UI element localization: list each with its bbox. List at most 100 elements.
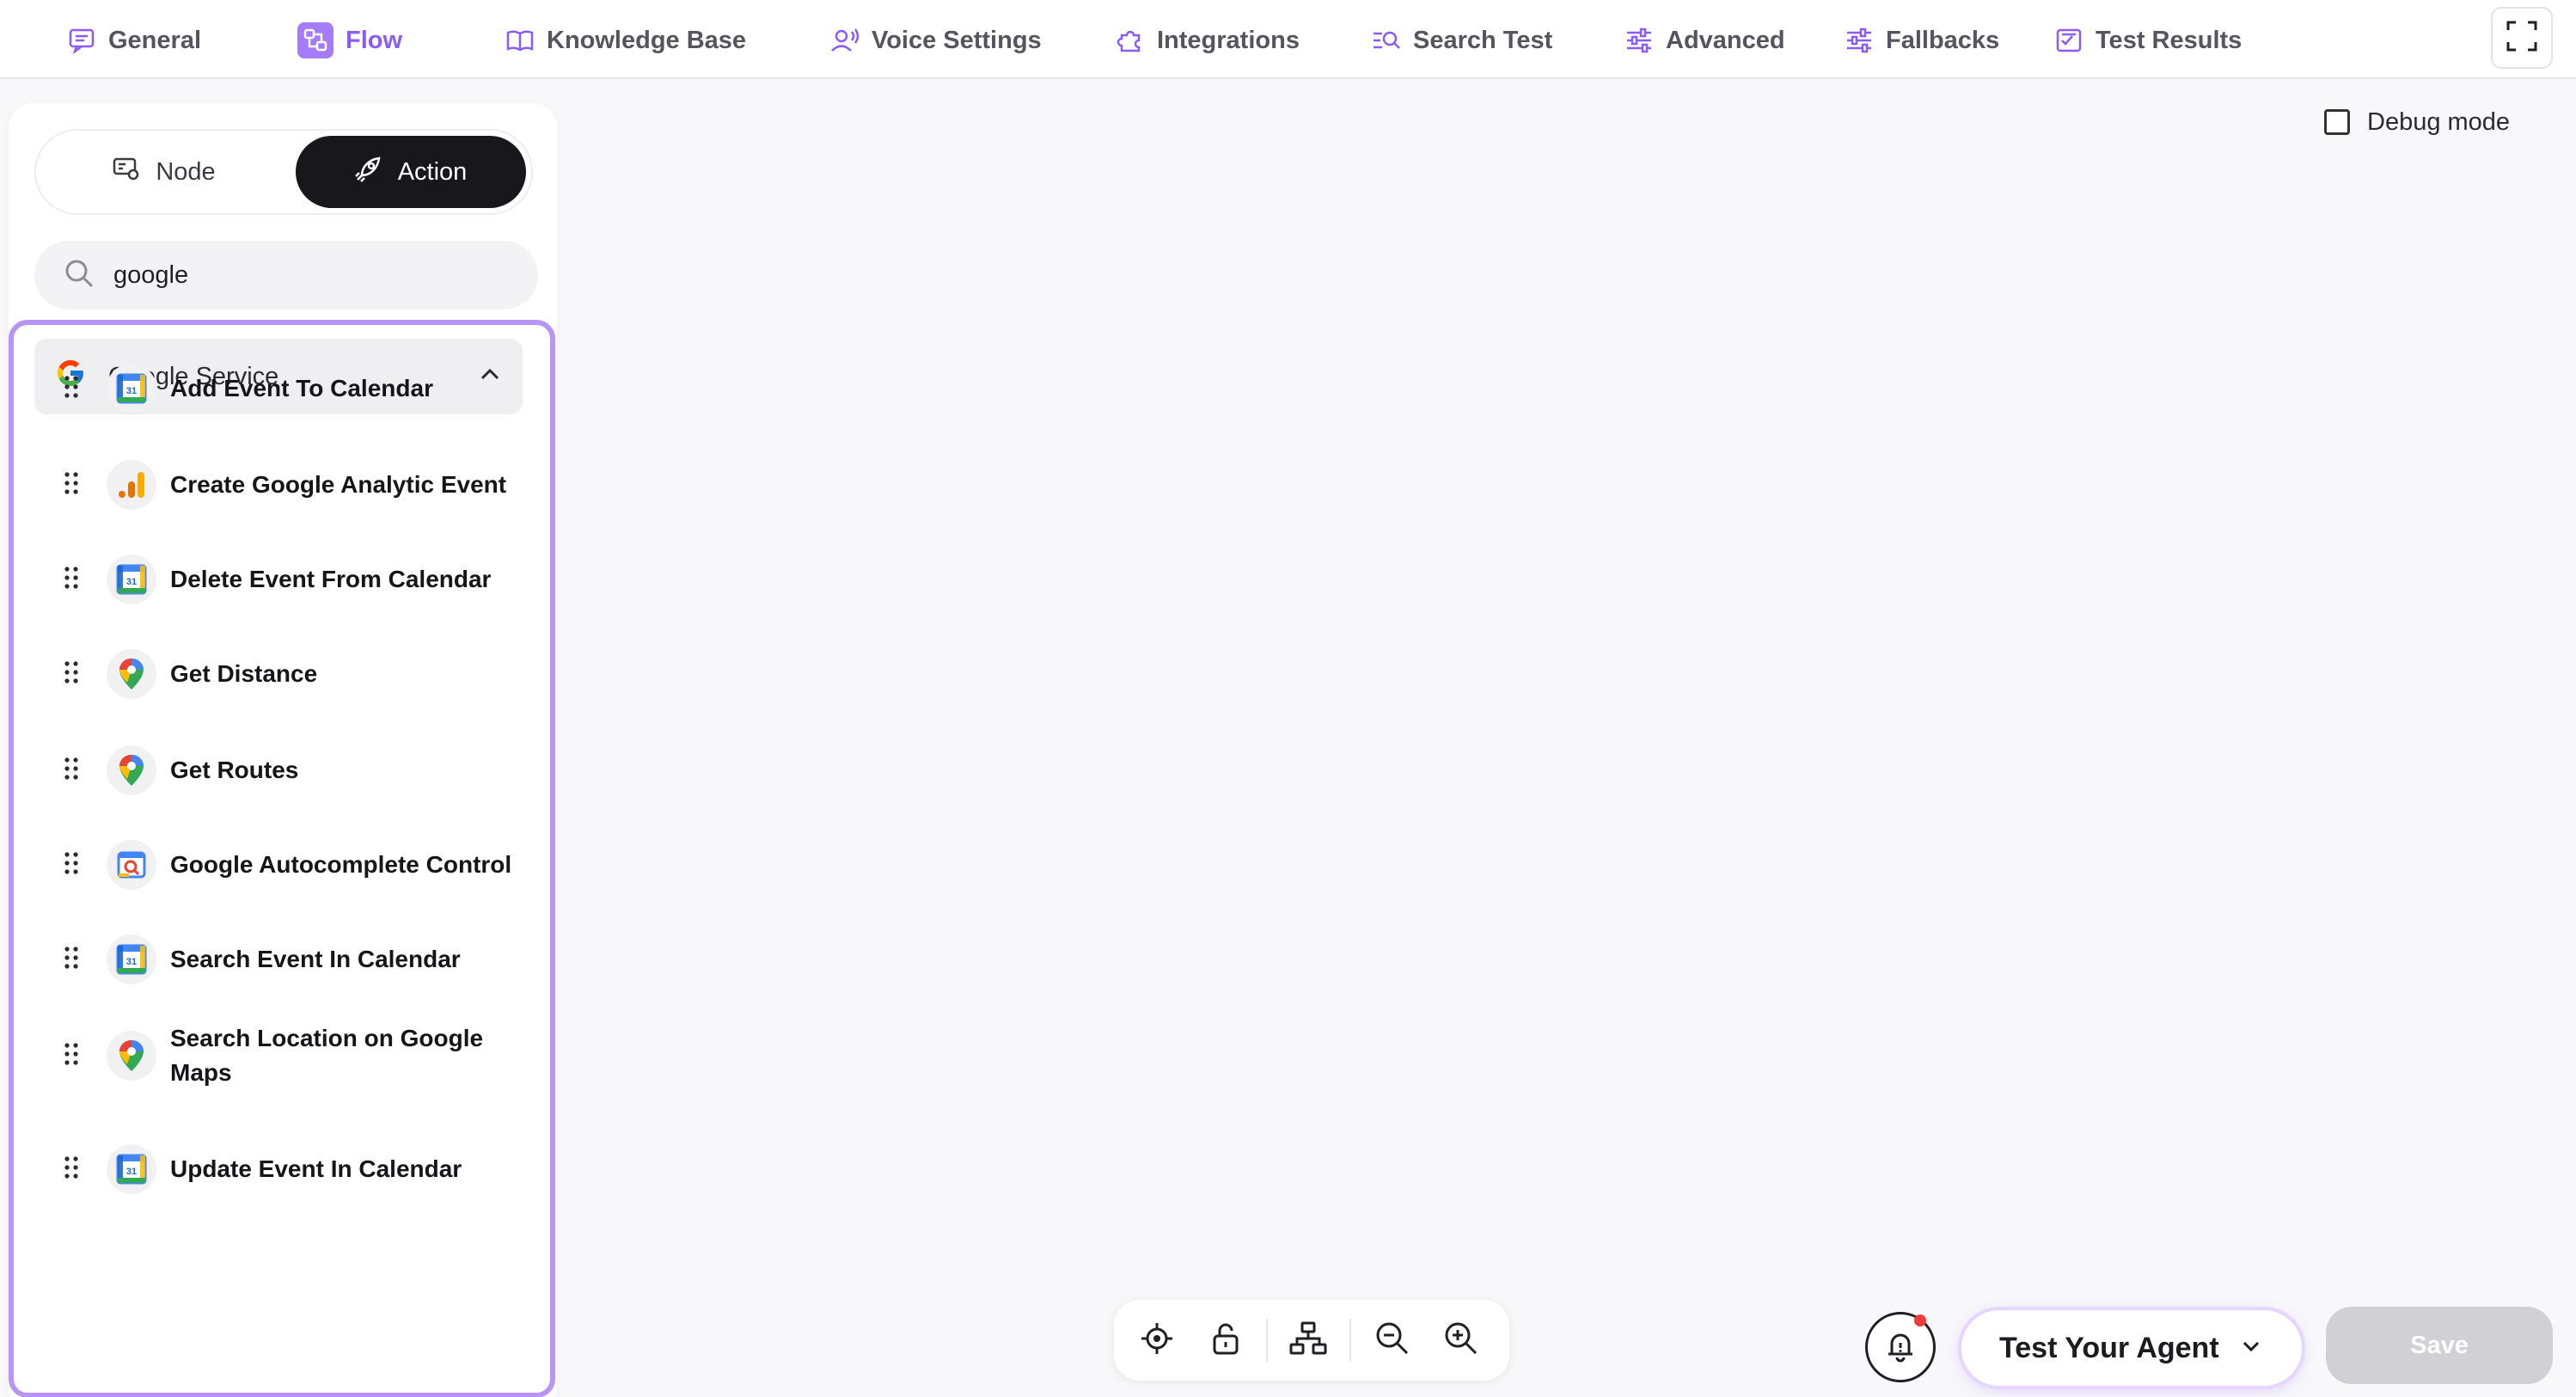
list-item-label: Create Google Analytic Event <box>170 471 507 498</box>
google-maps-icon <box>107 1031 156 1081</box>
google-calendar-icon: 31 <box>107 555 156 604</box>
recenter-button[interactable] <box>1136 1320 1178 1361</box>
zoom-in-button[interactable] <box>1441 1320 1482 1361</box>
list-item[interactable]: 31 Search Event In Calendar <box>14 925 547 994</box>
notifications-button[interactable] <box>1865 1312 1936 1382</box>
action-toggle-label: Action <box>397 157 468 186</box>
list-item-label: Get Distance <box>170 660 318 687</box>
tab-advanced[interactable]: Advanced <box>1625 19 1785 62</box>
notification-dot <box>1914 1314 1926 1327</box>
tab-flow-label: Flow <box>346 26 403 54</box>
tab-integrations[interactable]: Integrations <box>1116 19 1300 62</box>
message-square-icon <box>67 26 96 55</box>
node-toggle-label: Node <box>156 157 216 186</box>
google-analytics-icon <box>107 460 156 510</box>
debug-mode-checkbox[interactable] <box>2324 109 2350 135</box>
tab-flow[interactable]: Flow <box>297 19 402 62</box>
save-button[interactable]: Save <box>2326 1307 2553 1384</box>
list-item[interactable]: Create Google Analytic Event <box>14 450 547 519</box>
lock-button[interactable] <box>1205 1320 1246 1361</box>
book-icon <box>505 26 535 55</box>
tab-general[interactable]: General <box>67 19 201 62</box>
google-calendar-icon: 31 <box>107 934 156 984</box>
top-navigation: General Flow Knowledge Base Voice Settin… <box>0 0 2576 79</box>
list-item[interactable]: Get Routes <box>14 736 547 805</box>
flow-icon <box>297 22 333 58</box>
list-item-label: Google Autocomplete Control <box>170 851 512 878</box>
tab-voice-settings-label: Voice Settings <box>872 26 1042 54</box>
svg-text:31: 31 <box>126 386 137 396</box>
test-your-agent-label: Test Your Agent <box>1999 1331 2219 1364</box>
list-item-label: Delete Event From Calendar <box>170 566 492 592</box>
expand-icon <box>2506 20 2538 57</box>
tab-knowledge-base-label: Knowledge Base <box>547 26 747 54</box>
puzzle-icon <box>1116 26 1145 55</box>
actions-panel: Node Action Google Service 31Add Event T… <box>9 103 557 1397</box>
sliders-icon <box>1625 26 1654 55</box>
search-input[interactable] <box>113 260 492 290</box>
node-action-toggle: Node Action <box>34 129 533 215</box>
google-autocomplete-icon <box>107 840 156 890</box>
zoom-in-icon <box>1443 1320 1479 1361</box>
chevron-down-icon <box>2240 1332 2262 1365</box>
tab-general-label: General <box>108 26 201 54</box>
drag-handle-icon[interactable] <box>64 757 79 785</box>
tab-search-test[interactable]: Search Test <box>1372 19 1552 62</box>
zoom-out-icon <box>1374 1320 1410 1361</box>
node-icon <box>113 156 140 187</box>
google-maps-icon <box>107 745 156 795</box>
google-service-group: Google Service 31 Add Event To Calendar Cr… <box>9 320 555 1397</box>
list-item[interactable]: 31 Update Event In Calendar <box>14 1135 547 1204</box>
unlock-icon <box>1210 1321 1241 1360</box>
checklist-icon <box>2054 26 2083 55</box>
search-list-icon <box>1372 26 1401 55</box>
drag-handle-icon[interactable] <box>64 946 79 974</box>
drag-handle-icon[interactable] <box>64 1042 79 1070</box>
list-item-label: Add Event To Calendar <box>170 375 433 401</box>
google-maps-icon <box>107 649 156 699</box>
tab-integrations-label: Integrations <box>1157 26 1300 54</box>
rocket-icon <box>354 155 382 189</box>
fullscreen-button[interactable] <box>2491 7 2553 69</box>
svg-text:31: 31 <box>126 577 137 587</box>
list-item[interactable]: Get Distance <box>14 640 547 708</box>
test-your-agent-button[interactable]: Test Your Agent <box>1961 1310 2302 1386</box>
list-item[interactable]: Google Autocomplete Control <box>14 830 547 899</box>
action-search <box>34 241 538 309</box>
tab-advanced-label: Advanced <box>1666 26 1785 54</box>
list-item-label: Search Event In Calendar <box>170 946 461 972</box>
tab-fallbacks-label: Fallbacks <box>1886 26 2000 54</box>
tab-fallbacks[interactable]: Fallbacks <box>1845 19 1999 62</box>
drag-handle-icon[interactable] <box>64 471 79 499</box>
voice-user-icon <box>830 26 860 55</box>
drag-handle-icon[interactable] <box>64 660 79 689</box>
tab-test-results-label: Test Results <box>2096 26 2243 54</box>
tab-test-results[interactable]: Test Results <box>2054 19 2242 62</box>
auto-layout-button[interactable] <box>1288 1320 1329 1361</box>
debug-mode-label: Debug mode <box>2367 107 2511 136</box>
hierarchy-icon <box>1289 1321 1327 1360</box>
list-item[interactable]: 31 Delete Event From Calendar <box>14 545 547 614</box>
drag-handle-icon[interactable] <box>64 566 79 594</box>
zoom-out-button[interactable] <box>1372 1320 1413 1361</box>
list-item-label: Search Location on Google Maps <box>170 1025 484 1086</box>
drag-handle-icon[interactable] <box>64 1155 79 1184</box>
debug-mode-toggle[interactable]: Debug mode <box>2324 103 2510 141</box>
node-toggle-button[interactable]: Node <box>40 134 289 210</box>
drag-handle-icon[interactable] <box>64 375 79 403</box>
sliders-icon <box>1845 26 1874 55</box>
canvas-toolbar <box>1114 1300 1509 1381</box>
tab-voice-settings[interactable]: Voice Settings <box>830 19 1042 62</box>
tab-search-test-label: Search Test <box>1413 26 1553 54</box>
list-item-label: Get Routes <box>170 757 299 783</box>
tab-knowledge-base[interactable]: Knowledge Base <box>505 19 746 62</box>
action-toggle-button[interactable]: Action <box>296 136 526 208</box>
drag-handle-icon[interactable] <box>64 851 79 879</box>
list-item[interactable]: Search Location on Google Maps <box>14 1021 547 1090</box>
svg-text:31: 31 <box>126 957 137 967</box>
search-icon <box>64 258 95 293</box>
google-calendar-icon: 31 <box>107 1144 156 1194</box>
crosshair-icon <box>1140 1321 1174 1360</box>
bell-alert-icon <box>1885 1328 1916 1367</box>
list-item[interactable]: 31 Add Event To Calendar <box>14 354 547 423</box>
